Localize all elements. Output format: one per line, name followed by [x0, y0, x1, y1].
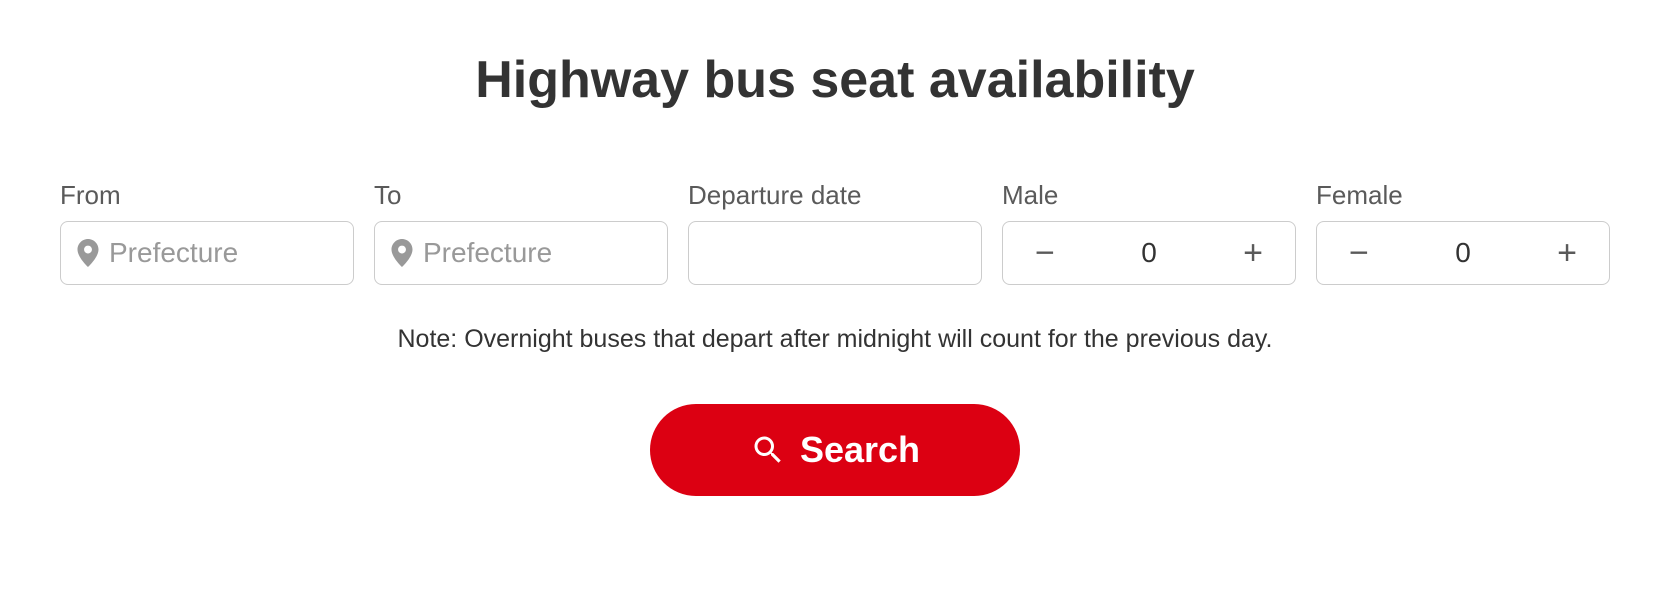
- page-title: Highway bus seat availability: [60, 50, 1610, 110]
- date-label: Departure date: [688, 180, 982, 211]
- female-decrement-button[interactable]: −: [1341, 236, 1377, 270]
- female-value: 0: [1455, 237, 1471, 269]
- search-button[interactable]: Search: [650, 404, 1020, 496]
- date-input[interactable]: [705, 237, 965, 269]
- from-input-wrapper[interactable]: [60, 221, 354, 285]
- male-decrement-button[interactable]: −: [1027, 236, 1063, 270]
- male-label: Male: [1002, 180, 1296, 211]
- female-label: Female: [1316, 180, 1610, 211]
- to-group: To: [374, 180, 668, 285]
- search-button-wrapper: Search: [60, 404, 1610, 496]
- search-icon: [750, 432, 786, 468]
- to-label: To: [374, 180, 668, 211]
- to-input-wrapper[interactable]: [374, 221, 668, 285]
- female-increment-button[interactable]: +: [1549, 236, 1585, 270]
- from-label: From: [60, 180, 354, 211]
- note-text: Note: Overnight buses that depart after …: [60, 325, 1610, 354]
- female-group: Female − 0 +: [1316, 180, 1610, 285]
- female-stepper: − 0 +: [1316, 221, 1610, 285]
- to-input[interactable]: [423, 237, 651, 269]
- date-group: Departure date: [688, 180, 982, 285]
- male-value: 0: [1141, 237, 1157, 269]
- male-group: Male − 0 +: [1002, 180, 1296, 285]
- search-button-label: Search: [800, 429, 920, 471]
- date-input-wrapper[interactable]: [688, 221, 982, 285]
- male-stepper: − 0 +: [1002, 221, 1296, 285]
- search-form-row: From To Departure date: [60, 180, 1610, 285]
- male-increment-button[interactable]: +: [1235, 236, 1271, 270]
- from-group: From: [60, 180, 354, 285]
- from-input[interactable]: [109, 237, 337, 269]
- pin-icon: [77, 239, 99, 267]
- pin-icon: [391, 239, 413, 267]
